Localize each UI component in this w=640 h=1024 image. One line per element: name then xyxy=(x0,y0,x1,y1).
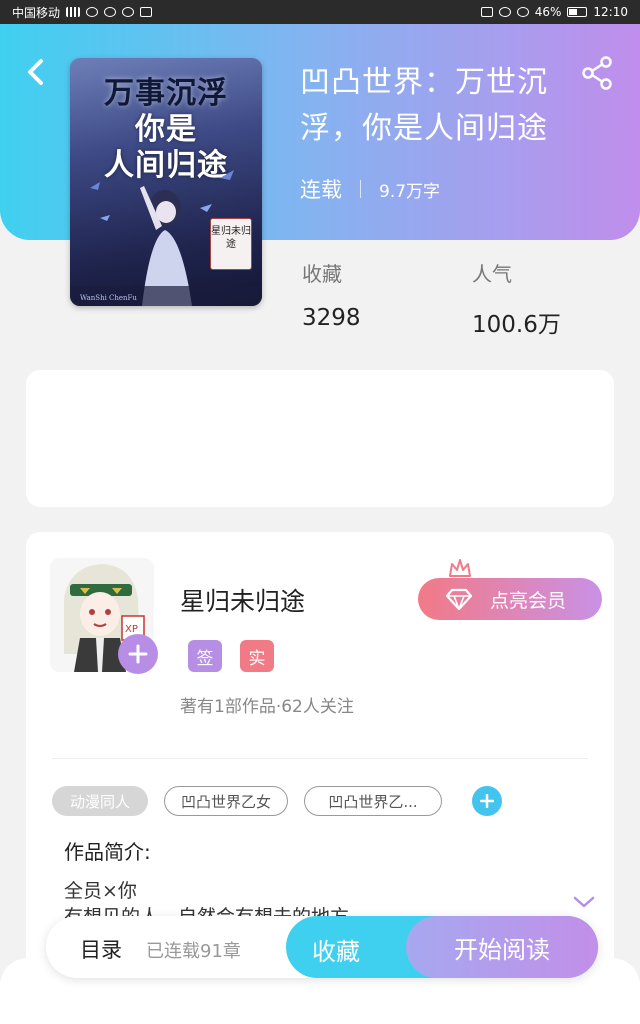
battery-icon xyxy=(567,7,588,17)
table-of-contents-button[interactable]: 目录 xyxy=(80,934,122,964)
status-bar: 中国移动 46% 12:10 xyxy=(0,0,640,24)
crown-icon xyxy=(449,559,471,577)
author-summary: 著有1部作品·62人关注 xyxy=(180,697,354,717)
tag-item[interactable]: 凹凸世界乙女 xyxy=(164,786,288,816)
carrier-label: 中国移动 xyxy=(12,5,61,20)
blank-card xyxy=(26,370,614,507)
favorites-stat: 收藏 3298 xyxy=(302,258,361,331)
section-divider xyxy=(52,758,588,759)
battery-percent: 46% xyxy=(534,5,562,19)
vibrate-icon xyxy=(498,7,511,17)
chat-icon xyxy=(104,7,117,17)
intro-line: 全员×你 xyxy=(64,880,137,902)
wifi-icon xyxy=(86,7,99,17)
start-reading-button[interactable]: 开始阅读 xyxy=(406,916,598,978)
cover-signature: WanShi ChenFu xyxy=(80,294,137,302)
clock: 12:10 xyxy=(593,5,628,19)
book-cover[interactable]: 万事沉浮 你是 人间归途 WanShi ChenFu 星归未归途 xyxy=(70,58,262,306)
popularity-stat: 人气 100.6万 xyxy=(472,258,561,339)
vip-button[interactable]: 点亮会员 xyxy=(418,578,602,620)
chapter-count[interactable]: 已连载91章 xyxy=(146,937,241,963)
favorites-button-label: 收藏 xyxy=(312,938,360,966)
popularity-label: 人气 xyxy=(472,262,512,286)
book-title: 凹凸世界：万世沉浮，你是人间归途 xyxy=(300,65,548,146)
meta-divider xyxy=(360,180,361,198)
popularity-value: 100.6万 xyxy=(472,312,561,338)
plus-icon xyxy=(480,794,494,808)
tag-item[interactable]: 凹凸世界乙... xyxy=(304,786,442,816)
author-name[interactable]: 星归未归途 xyxy=(180,582,305,618)
word-count: 9.7万字 xyxy=(379,181,441,202)
verified-badge: 实 xyxy=(240,640,274,672)
share-icon xyxy=(582,56,612,90)
app-icon xyxy=(140,7,153,17)
signal-icon xyxy=(66,7,81,17)
vip-button-label: 点亮会员 xyxy=(490,589,567,612)
category-tag[interactable]: 动漫同人 xyxy=(52,786,148,816)
cover-stamp: 星归未归途 xyxy=(210,218,252,270)
book-meta: 连载 9.7万字 xyxy=(300,174,440,204)
follow-author-button[interactable] xyxy=(118,634,158,674)
qq-icon xyxy=(122,7,135,17)
plus-icon xyxy=(128,644,148,664)
intro-title: 作品简介: xyxy=(64,840,151,864)
book-status: 连载 xyxy=(300,178,342,202)
diamond-icon xyxy=(446,588,472,610)
hd-icon xyxy=(480,7,493,17)
signed-badge: 签 xyxy=(188,640,222,672)
chevron-down-icon[interactable] xyxy=(572,894,596,910)
favorites-value: 3298 xyxy=(302,305,361,331)
share-button[interactable] xyxy=(580,56,616,92)
favorites-label: 收藏 xyxy=(302,262,342,286)
back-button[interactable] xyxy=(20,56,52,88)
chevron-left-icon xyxy=(28,59,43,85)
add-tag-button[interactable] xyxy=(472,786,502,816)
alarm-icon xyxy=(516,7,529,17)
